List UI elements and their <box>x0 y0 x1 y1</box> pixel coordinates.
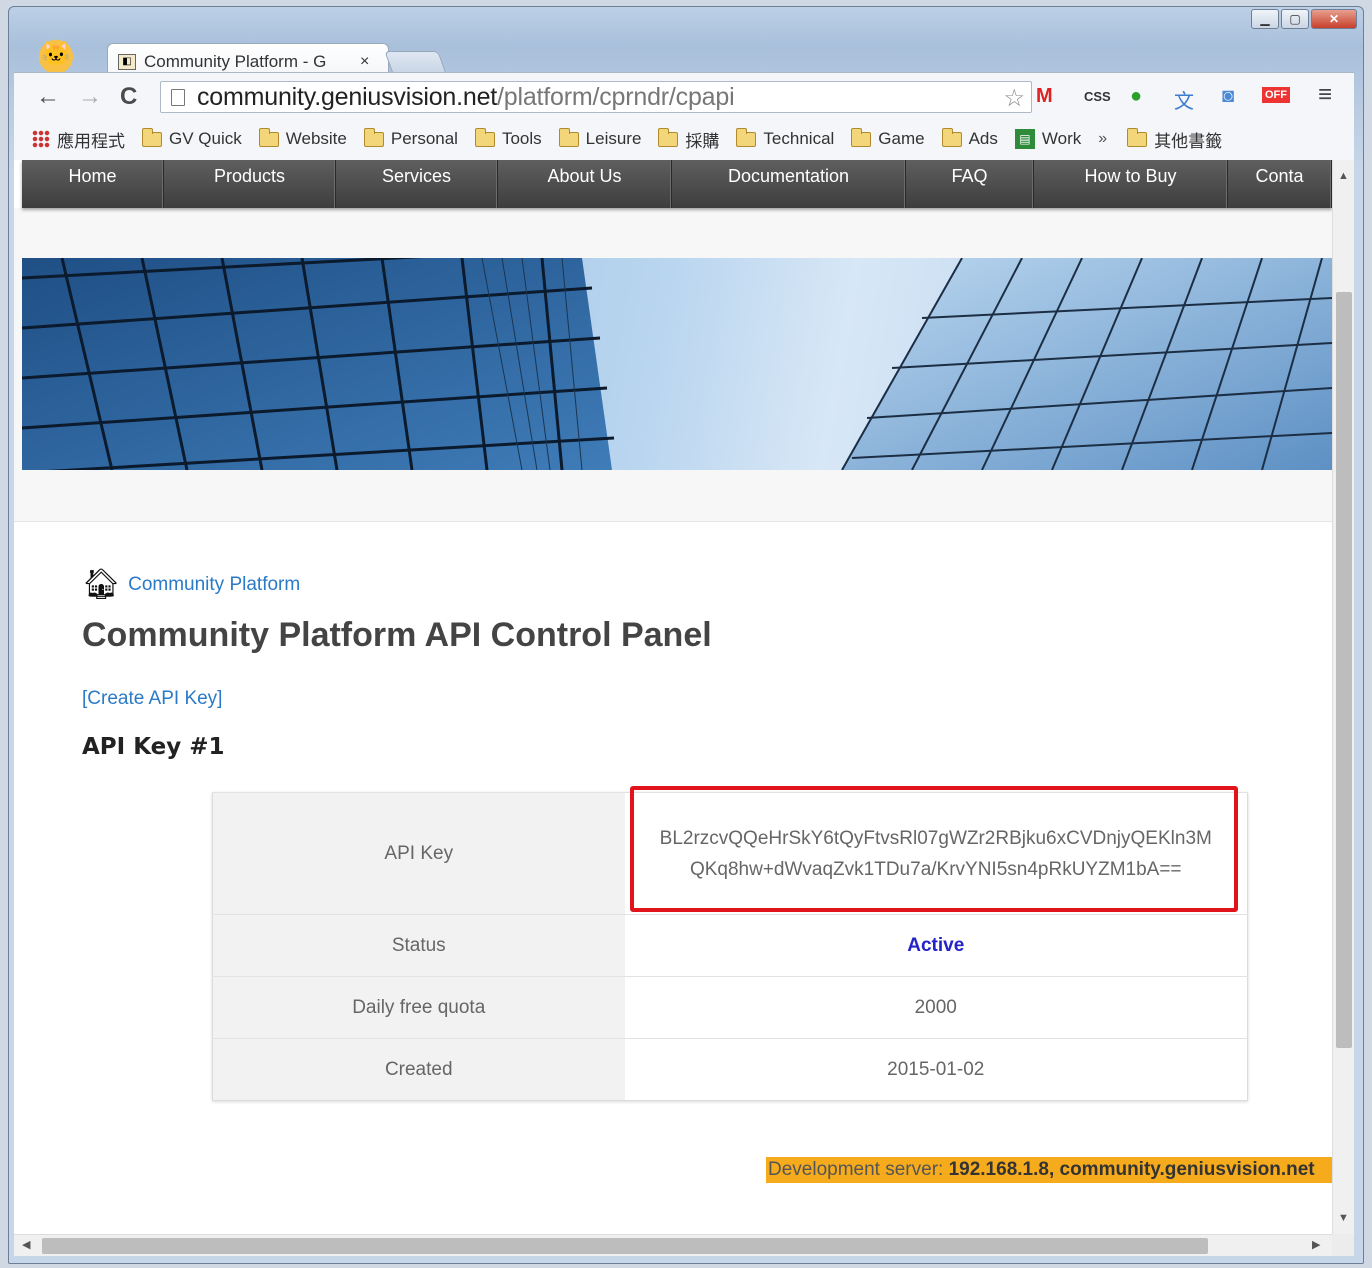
scroll-up-arrow-icon[interactable]: ▲ <box>1338 170 1349 182</box>
tab-title: Community Platform - G <box>144 51 327 71</box>
site-nav-item-home[interactable]: Home <box>22 160 164 208</box>
folder-icon <box>736 127 757 147</box>
page-viewport: Home Products Services About Us Documentatio… <box>14 160 1332 1234</box>
sheet-icon: ▤ <box>1014 129 1035 149</box>
bookmark-star-icon[interactable]: ☆ <box>1003 84 1025 113</box>
skyscraper-illustration <box>22 258 1332 470</box>
bookmark-technical[interactable]: Technical <box>736 127 834 149</box>
bookmark-purchasing[interactable]: 採購 <box>658 127 719 152</box>
breadcrumb: 🏠︎ Community Platform <box>82 570 300 600</box>
api-key-details-table: API Key BL2rzcvQQeHrSkY6tQyFtvsRl07gWZr2… <box>212 792 1248 1101</box>
table-cell-label: Daily free quota <box>212 976 625 1039</box>
folder-icon <box>851 127 872 147</box>
breadcrumb-community-platform-link[interactable]: Community Platform <box>128 574 300 596</box>
vertical-scroll-thumb[interactable] <box>1336 292 1352 1048</box>
create-api-key-link[interactable]: [Create API Key] <box>82 688 222 710</box>
vertical-scrollbar[interactable]: ▲ ▼ <box>1332 160 1354 1234</box>
bookmark-ads[interactable]: Ads <box>941 127 998 149</box>
table-cell-label: Status <box>212 914 625 977</box>
site-nav-item-services[interactable]: Services <box>336 160 498 208</box>
bookmarks-bar: 應用程式 GV Quick Website Personal Tools Lei… <box>14 118 1354 160</box>
address-bar[interactable]: community.geniusvision.net/platform/cprn… <box>160 81 1032 113</box>
window-controls: ▁ ▢ ✕ <box>1251 9 1357 29</box>
apps-icon <box>32 130 50 148</box>
site-nav-item-faq[interactable]: FAQ <box>906 160 1034 208</box>
bookmark-other[interactable]: 其他書籤 <box>1127 127 1222 152</box>
site-nav-item-documentation[interactable]: Documentation <box>672 160 906 208</box>
api-key-value[interactable]: BL2rzcvQQeHrSkY6tQyFtvsRl07gWZr2RBjku6xC… <box>624 792 1248 915</box>
bookmark-work[interactable]: ▤ Work <box>1014 129 1081 149</box>
gmail-extension-icon[interactable]: M <box>1036 85 1053 108</box>
table-cell-label: Created <box>212 1038 625 1101</box>
daily-quota-value: 2000 <box>624 976 1248 1039</box>
table-row: Created 2015-01-02 <box>212 1038 1248 1101</box>
close-window-button[interactable]: ✕ <box>1311 9 1357 29</box>
folder-icon <box>558 127 579 147</box>
scroll-down-arrow-icon[interactable]: ▼ <box>1338 1212 1349 1224</box>
site-nav-item-about-us[interactable]: About Us <box>498 160 672 208</box>
status-badge: Active <box>624 914 1248 977</box>
table-row: Status Active <box>212 914 1248 977</box>
site-nav-item-conta[interactable]: Conta <box>1228 160 1332 208</box>
scrollbar-corner <box>1332 1234 1354 1256</box>
folder-icon <box>142 127 162 147</box>
horizontal-scroll-thumb[interactable] <box>42 1238 1208 1254</box>
page-title: Community Platform API Control Panel <box>82 616 712 654</box>
browser-toolbar: ← → C community.geniusvision.net/platfor… <box>14 72 1354 118</box>
hero-banner-image <box>22 258 1332 470</box>
table-row: Daily free quota 2000 <box>212 976 1248 1039</box>
created-date-value: 2015-01-02 <box>624 1038 1248 1101</box>
bookmark-leisure[interactable]: Leisure <box>558 127 641 149</box>
development-server-banner: Development server: 192.168.1.8, communi… <box>766 1157 1332 1183</box>
bookmarks-overflow-chevron[interactable]: » <box>1098 130 1107 148</box>
table-cell-label: API Key <box>212 792 625 915</box>
maximize-button[interactable]: ▢ <box>1281 9 1309 29</box>
table-row: API Key BL2rzcvQQeHrSkY6tQyFtvsRl07gWZr2… <box>212 792 1248 915</box>
bookmark-personal[interactable]: Personal <box>363 127 458 149</box>
site-nav-item-products[interactable]: Products <box>164 160 336 208</box>
url-text[interactable]: community.geniusvision.net/platform/cprn… <box>197 83 735 112</box>
bookmark-website[interactable]: Website <box>258 127 347 149</box>
folder-icon <box>258 127 279 147</box>
folder-icon <box>363 127 384 147</box>
menu-icon[interactable]: ≡ <box>1318 81 1332 109</box>
bookmark-tools[interactable]: Tools <box>474 127 542 149</box>
site-nav: Home Products Services About Us Documentatio… <box>22 160 1332 208</box>
bookmark-apps[interactable]: 應用程式 <box>32 127 125 152</box>
adblock-off-extension-icon[interactable]: OFF <box>1262 87 1290 103</box>
tab-favicon-icon: ◧ <box>118 53 136 70</box>
home-icon[interactable]: 🏠︎ <box>82 570 120 600</box>
tab-close-icon[interactable]: × <box>360 53 369 71</box>
api-key-heading: API Key #1 <box>82 734 225 760</box>
scroll-right-arrow-icon[interactable]: ▶ <box>1312 1238 1320 1251</box>
profile-avatar-icon[interactable]: 🐱 <box>35 37 77 73</box>
translate-extension-icon[interactable]: 文 <box>1174 85 1194 114</box>
scroll-left-arrow-icon[interactable]: ◀ <box>22 1238 30 1251</box>
bookmark-gv-quick[interactable]: GV Quick <box>142 127 242 149</box>
folder-icon <box>658 127 679 147</box>
page-icon <box>171 88 185 106</box>
folder-icon <box>941 127 962 147</box>
camera-extension-icon[interactable]: ◙ <box>1222 85 1234 108</box>
reload-icon[interactable]: C <box>120 83 137 111</box>
site-nav-item-how-to-buy[interactable]: How to Buy <box>1034 160 1228 208</box>
folder-icon <box>474 127 495 147</box>
back-arrow-icon[interactable]: ← <box>36 83 60 111</box>
forward-arrow-icon[interactable]: → <box>78 83 102 111</box>
minimize-button[interactable]: ▁ <box>1251 9 1279 29</box>
folder-icon <box>1127 127 1148 147</box>
evernote-extension-icon[interactable]: ● <box>1130 85 1142 108</box>
bookmark-game[interactable]: Game <box>851 127 925 149</box>
horizontal-scrollbar[interactable]: ◀ ▶ <box>14 1234 1332 1256</box>
css-extension-icon[interactable]: CSS <box>1084 89 1111 104</box>
